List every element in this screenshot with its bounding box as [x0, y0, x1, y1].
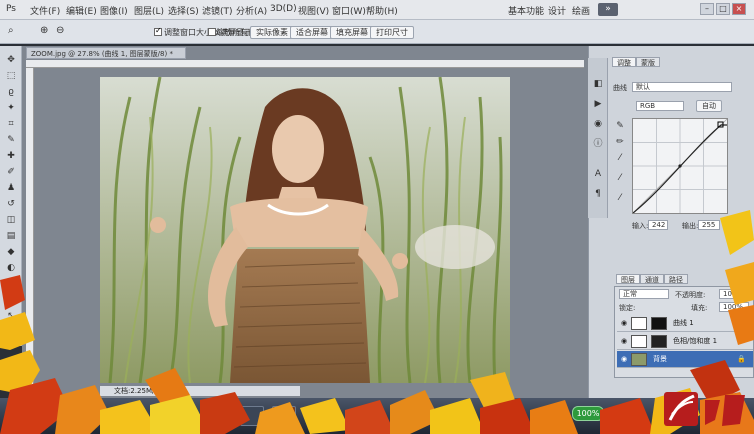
leaf-decoration	[0, 210, 754, 434]
autumn-leaves-frame	[0, 210, 754, 434]
